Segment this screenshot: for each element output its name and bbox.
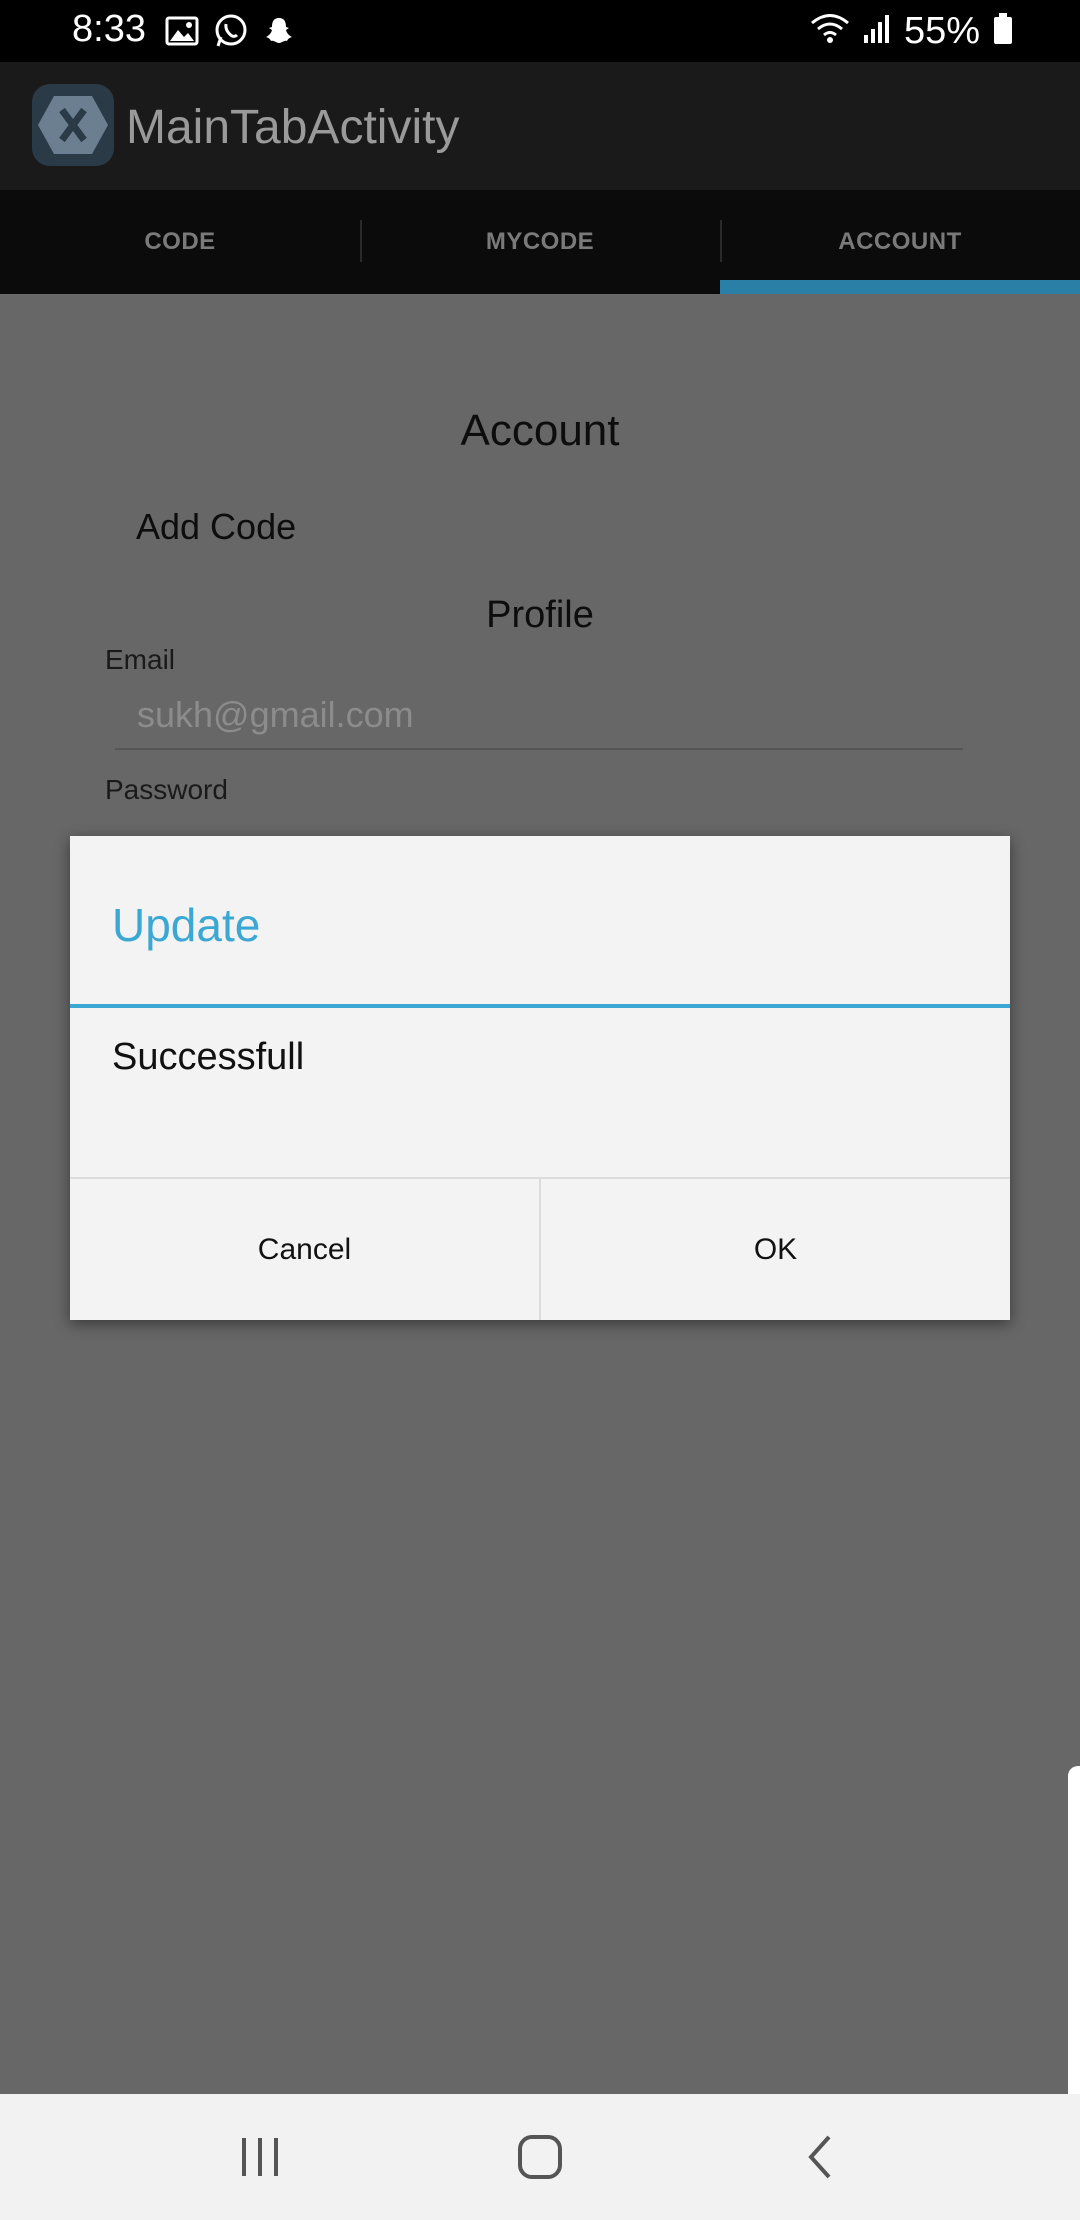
- system-status-icons: 55%: [810, 10, 1014, 53]
- navigation-bar: [0, 2094, 1080, 2220]
- status-time: 8:33: [72, 8, 146, 50]
- cancel-button[interactable]: Cancel: [70, 1179, 539, 1320]
- update-dialog: Update Successfull Cancel OK: [70, 836, 1010, 1320]
- status-bar: 8:33 55%: [0, 0, 1080, 62]
- password-label: Password: [105, 774, 228, 805]
- profile-heading: Profile: [486, 594, 594, 636]
- tab-bar: CODE MYCODE ACCOUNT: [0, 190, 1080, 294]
- app-title: MainTabActivity: [126, 101, 460, 154]
- recent-apps-icon[interactable]: [200, 2117, 320, 2197]
- signal-icon: [862, 13, 892, 50]
- tab-code[interactable]: CODE: [0, 190, 360, 294]
- back-icon[interactable]: [760, 2117, 880, 2197]
- app-bar: MainTabActivity: [0, 62, 1080, 190]
- tab-mycode[interactable]: MYCODE: [360, 190, 720, 294]
- tab-account[interactable]: ACCOUNT: [720, 190, 1080, 294]
- ok-button[interactable]: OK: [539, 1179, 1010, 1320]
- dialog-button-row: Cancel OK: [70, 1177, 1010, 1320]
- battery-icon: [992, 12, 1014, 51]
- page-title: Account: [460, 406, 620, 455]
- dialog-title: Update: [112, 899, 261, 951]
- add-code-link[interactable]: Add Code: [136, 506, 296, 548]
- notification-icons: [165, 13, 295, 54]
- email-label: Email: [105, 644, 176, 675]
- battery-percentage: 55%: [903, 10, 980, 52]
- dialog-message: Successfull: [112, 1036, 305, 1078]
- home-icon[interactable]: [480, 2117, 600, 2197]
- gallery-icon: [165, 16, 199, 51]
- wifi-icon: [810, 12, 850, 51]
- snapchat-icon: [263, 15, 295, 52]
- email-field[interactable]: sukh@gmail.com: [115, 686, 963, 750]
- xamarin-logo-icon: [32, 84, 114, 166]
- dialog-divider: [70, 1004, 1010, 1008]
- whatsapp-icon: [213, 13, 249, 54]
- screen: 8:33 55% MainTabActivity CODE MYCODE ACC…: [0, 0, 1080, 2220]
